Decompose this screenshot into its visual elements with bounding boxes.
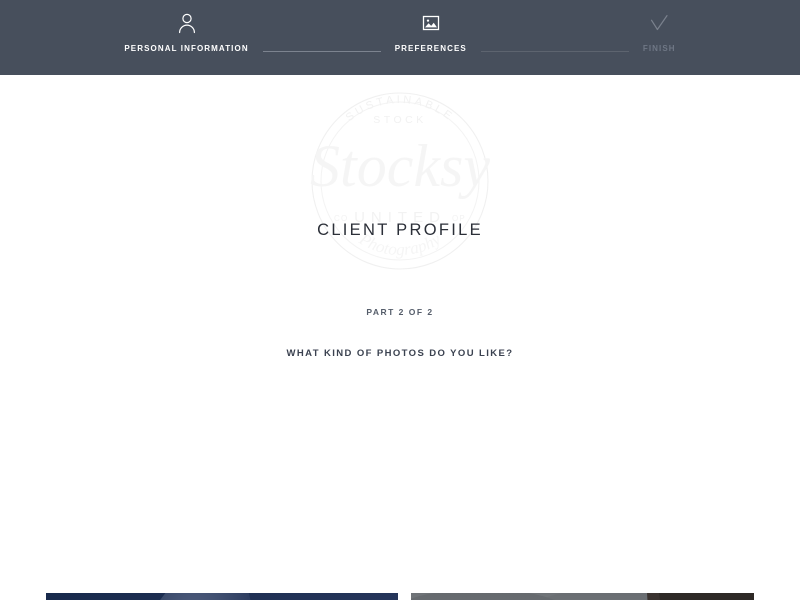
user-icon <box>176 12 198 34</box>
step-personal-information[interactable]: PERSONAL INFORMATION <box>124 0 248 53</box>
card-photo-nature <box>46 593 398 600</box>
hero-section: SUSTAINABLE STOCK Stocksy UNITED CO OP P… <box>0 75 800 359</box>
stepper-connector-2 <box>480 51 629 52</box>
logo-subtitle-stock: STOCK <box>373 114 426 126</box>
question-label: WHAT KIND OF PHOTOS DO YOU LIKE? <box>286 348 514 359</box>
step-finish[interactable]: FINISH <box>643 0 676 53</box>
svg-text:SUSTAINABLE: SUSTAINABLE <box>344 94 456 124</box>
stocksy-logo-watermark: SUSTAINABLE STOCK Stocksy UNITED CO OP P… <box>310 92 490 270</box>
category-card-nature[interactable]: Nature SELECT <box>46 593 398 600</box>
step-label-finish: FINISH <box>642 44 676 53</box>
logo-arc-top: SUSTAINABLE <box>344 94 453 124</box>
stepper-connector-1 <box>262 51 381 52</box>
part-indicator: PART 2 OF 2 <box>366 307 434 317</box>
check-icon <box>648 12 670 34</box>
stepper-header: PERSONAL INFORMATION PREFERENCES FINISH <box>0 0 800 75</box>
step-label-preferences: PREFERENCES <box>394 44 467 53</box>
step-preferences[interactable]: PREFERENCES <box>395 0 467 53</box>
category-card-landscape[interactable]: Landscape SELECTED ✓ <box>411 593 754 600</box>
page-title: CLIENT PROFILE <box>317 221 483 239</box>
stepper-steps: PERSONAL INFORMATION PREFERENCES FINISH <box>0 0 800 75</box>
image-icon <box>420 12 442 34</box>
logo-script-wordmark: Stocksy <box>310 133 490 199</box>
card-photo-landscape <box>411 593 754 600</box>
step-label-personal-information: PERSONAL INFORMATION <box>124 44 249 53</box>
